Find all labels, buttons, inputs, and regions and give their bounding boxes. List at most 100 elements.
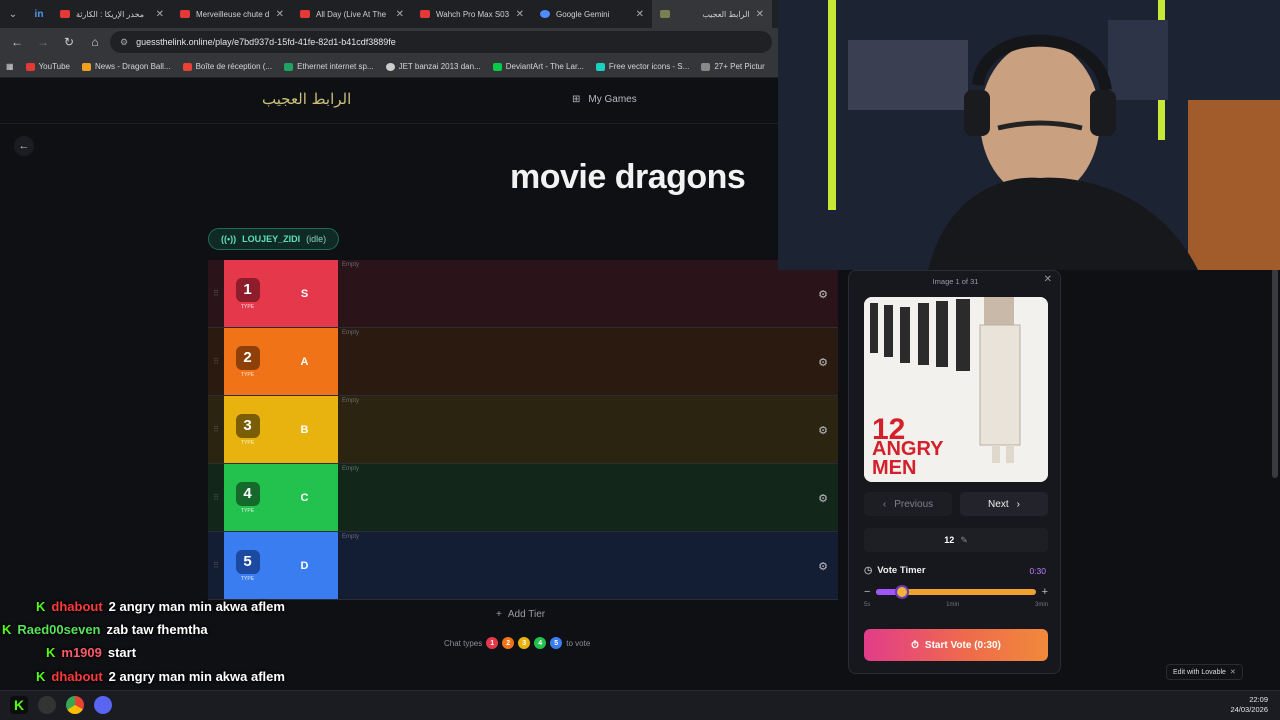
tier-letter[interactable]: A	[271, 328, 338, 395]
youtube-icon	[300, 10, 310, 18]
user-status: (idle)	[306, 234, 327, 244]
kick-icon: K	[46, 645, 56, 660]
search-icon[interactable]	[38, 696, 56, 714]
close-tab-icon[interactable]: ✕	[636, 9, 644, 20]
drag-handle-icon[interactable]: ⠿	[208, 464, 224, 531]
close-tab-icon[interactable]: ✕	[396, 9, 404, 20]
vote-timer-slider[interactable]	[876, 585, 1036, 599]
username: LOUJEY_ZIDI	[242, 234, 301, 244]
vector-icon	[595, 62, 605, 71]
my-games-link[interactable]: ⊞ My Games	[572, 94, 637, 105]
minus-icon[interactable]: −	[864, 586, 870, 598]
tier-letter[interactable]: C	[271, 464, 338, 531]
drag-handle-icon[interactable]: ⠿	[208, 396, 224, 463]
chat-username: m1909	[61, 645, 102, 660]
slider-knob[interactable]	[894, 585, 909, 599]
movie-poster-image: 12 ANGRY MEN	[864, 297, 1048, 482]
start-vote-button[interactable]: ⏱ Start Vote (0:30)	[864, 629, 1048, 661]
tier-row: ⠿ 4 TYPE C Empty ⚙	[208, 464, 838, 532]
home-icon[interactable]: ⌂	[84, 35, 106, 49]
site-logo-icon	[660, 10, 670, 18]
forward-icon[interactable]: →	[32, 35, 54, 49]
close-tab-icon[interactable]: ✕	[516, 9, 524, 20]
chevron-left-icon: ‹	[882, 498, 887, 510]
dragonball-icon	[82, 62, 91, 71]
empty-label: Empty	[342, 330, 360, 336]
tier-letter[interactable]: S	[271, 260, 338, 327]
deviantart-icon	[492, 62, 502, 71]
bookmark-item[interactable]: Boîte de réception (...	[182, 62, 272, 71]
drag-handle-icon[interactable]: ⠿	[208, 260, 224, 327]
gear-icon[interactable]: ⚙	[818, 560, 828, 573]
tier-dropzone[interactable]: Empty ⚙	[338, 464, 838, 531]
browser-tab-active[interactable]: الرابط العجيب ✕	[652, 0, 772, 28]
vote-timer-label: ◷ Vote Timer	[864, 565, 926, 576]
site-logo[interactable]: الرابط العجيب	[262, 90, 351, 108]
tier-letter[interactable]: B	[271, 396, 338, 463]
chat-message: K Raed00seven zab taw fhemtha	[2, 622, 208, 637]
site-info-icon[interactable]: ⚙	[120, 37, 128, 48]
gear-icon[interactable]: ⚙	[818, 424, 828, 437]
browser-tab[interactable]: All Day (Live At The ✕	[292, 0, 412, 28]
back-button[interactable]: ←	[14, 136, 34, 156]
tier-dropzone[interactable]: Empty ⚙	[338, 396, 838, 463]
add-tier-button[interactable]: + Add Tier	[496, 609, 545, 620]
bookmark-item[interactable]: Ethernet internet sp...	[284, 62, 374, 71]
tier-number: 3	[235, 413, 260, 438]
bookmark-item[interactable]: YouTube	[25, 62, 70, 71]
gear-icon[interactable]: ⚙	[818, 356, 828, 369]
pencil-icon[interactable]: ✎	[960, 535, 968, 546]
close-tab-icon[interactable]: ✕	[276, 9, 284, 20]
tier-dropzone[interactable]: Empty ⚙	[338, 260, 838, 327]
reload-icon[interactable]: ↻	[58, 35, 80, 49]
taskbar-apps: K	[10, 696, 112, 714]
back-icon[interactable]: ←	[6, 35, 28, 49]
close-tab-icon[interactable]: ✕	[156, 9, 164, 20]
grid-icon: ⊞	[572, 94, 581, 105]
apps-grid-icon[interactable]: ▦	[6, 62, 14, 71]
system-clock[interactable]: 22:09 24/03/2026	[1230, 695, 1268, 715]
chat-type-badge: 2	[502, 637, 515, 649]
gemini-icon	[540, 10, 550, 18]
browser-tab[interactable]: Merveilleuse chute d ✕	[172, 0, 292, 28]
drag-handle-icon[interactable]: ⠿	[208, 328, 224, 395]
linkedin-pinned-tab[interactable]: in	[26, 0, 52, 28]
browser-tab[interactable]: Wahch Pro Max S03 ✕	[412, 0, 532, 28]
browser-tab[interactable]: مخدر الإريكا : الكارثة ✕	[52, 0, 172, 28]
bookmark-item[interactable]: DeviantArt - The Lar...	[492, 62, 584, 71]
tier-number-cell: 1 TYPE	[224, 260, 271, 327]
plus-icon[interactable]: +	[1042, 586, 1048, 598]
close-icon[interactable]: ✕	[1230, 668, 1236, 676]
tier-dropzone[interactable]: Empty ⚙	[338, 532, 838, 599]
tier-dropzone[interactable]: Empty ⚙	[338, 328, 838, 395]
next-button[interactable]: Next ›	[960, 492, 1048, 516]
pet-icon	[701, 62, 711, 71]
chrome-icon[interactable]	[66, 696, 84, 714]
browser-tab-bar: ⌄ in مخدر الإريكا : الكارثة ✕ Merveilleus…	[0, 0, 778, 28]
gear-icon[interactable]: ⚙	[818, 492, 828, 505]
empty-label: Empty	[342, 534, 360, 540]
close-icon[interactable]: ✕	[1044, 274, 1052, 285]
tier-list: ⠿ 1 TYPE S Empty ⚙ ⠿ 2 TYPE A Empty ⚙ ⠿ …	[208, 260, 838, 600]
kick-app-icon[interactable]: K	[10, 696, 28, 714]
gear-icon[interactable]: ⚙	[818, 288, 828, 301]
url-input[interactable]: ⚙ guessthelink.online/play/e7bd937d-15fd…	[110, 31, 772, 53]
tier-row: ⠿ 2 TYPE A Empty ⚙	[208, 328, 838, 396]
url-text: guessthelink.online/play/e7bd937d-15fd-4…	[136, 37, 396, 47]
bookmark-item[interactable]: Free vector icons - S...	[595, 62, 689, 71]
chat-username: dhabout	[51, 599, 103, 614]
bookmark-item[interactable]: News - Dragon Ball...	[82, 62, 171, 71]
bookmark-item[interactable]: JET banzai 2013 dan...	[385, 62, 481, 71]
bookmark-item[interactable]: 27+ Pet Pictur	[701, 62, 765, 71]
lovable-badge[interactable]: Edit with Lovable ✕	[1166, 664, 1243, 680]
close-tab-icon[interactable]: ✕	[756, 9, 764, 20]
youtube-icon	[420, 10, 430, 18]
tab-search-icon[interactable]: ⌄	[0, 0, 26, 28]
plus-icon: +	[496, 609, 502, 620]
app-icon[interactable]	[94, 696, 112, 714]
slider-ticks: 5s 1min 3min	[864, 602, 1048, 608]
previous-button[interactable]: ‹ Previous	[864, 492, 952, 516]
answer-field[interactable]: 12 ✎	[864, 528, 1048, 552]
browser-tab[interactable]: Google Gemini ✕	[532, 0, 652, 28]
page-scrollbar[interactable]	[1272, 268, 1278, 478]
